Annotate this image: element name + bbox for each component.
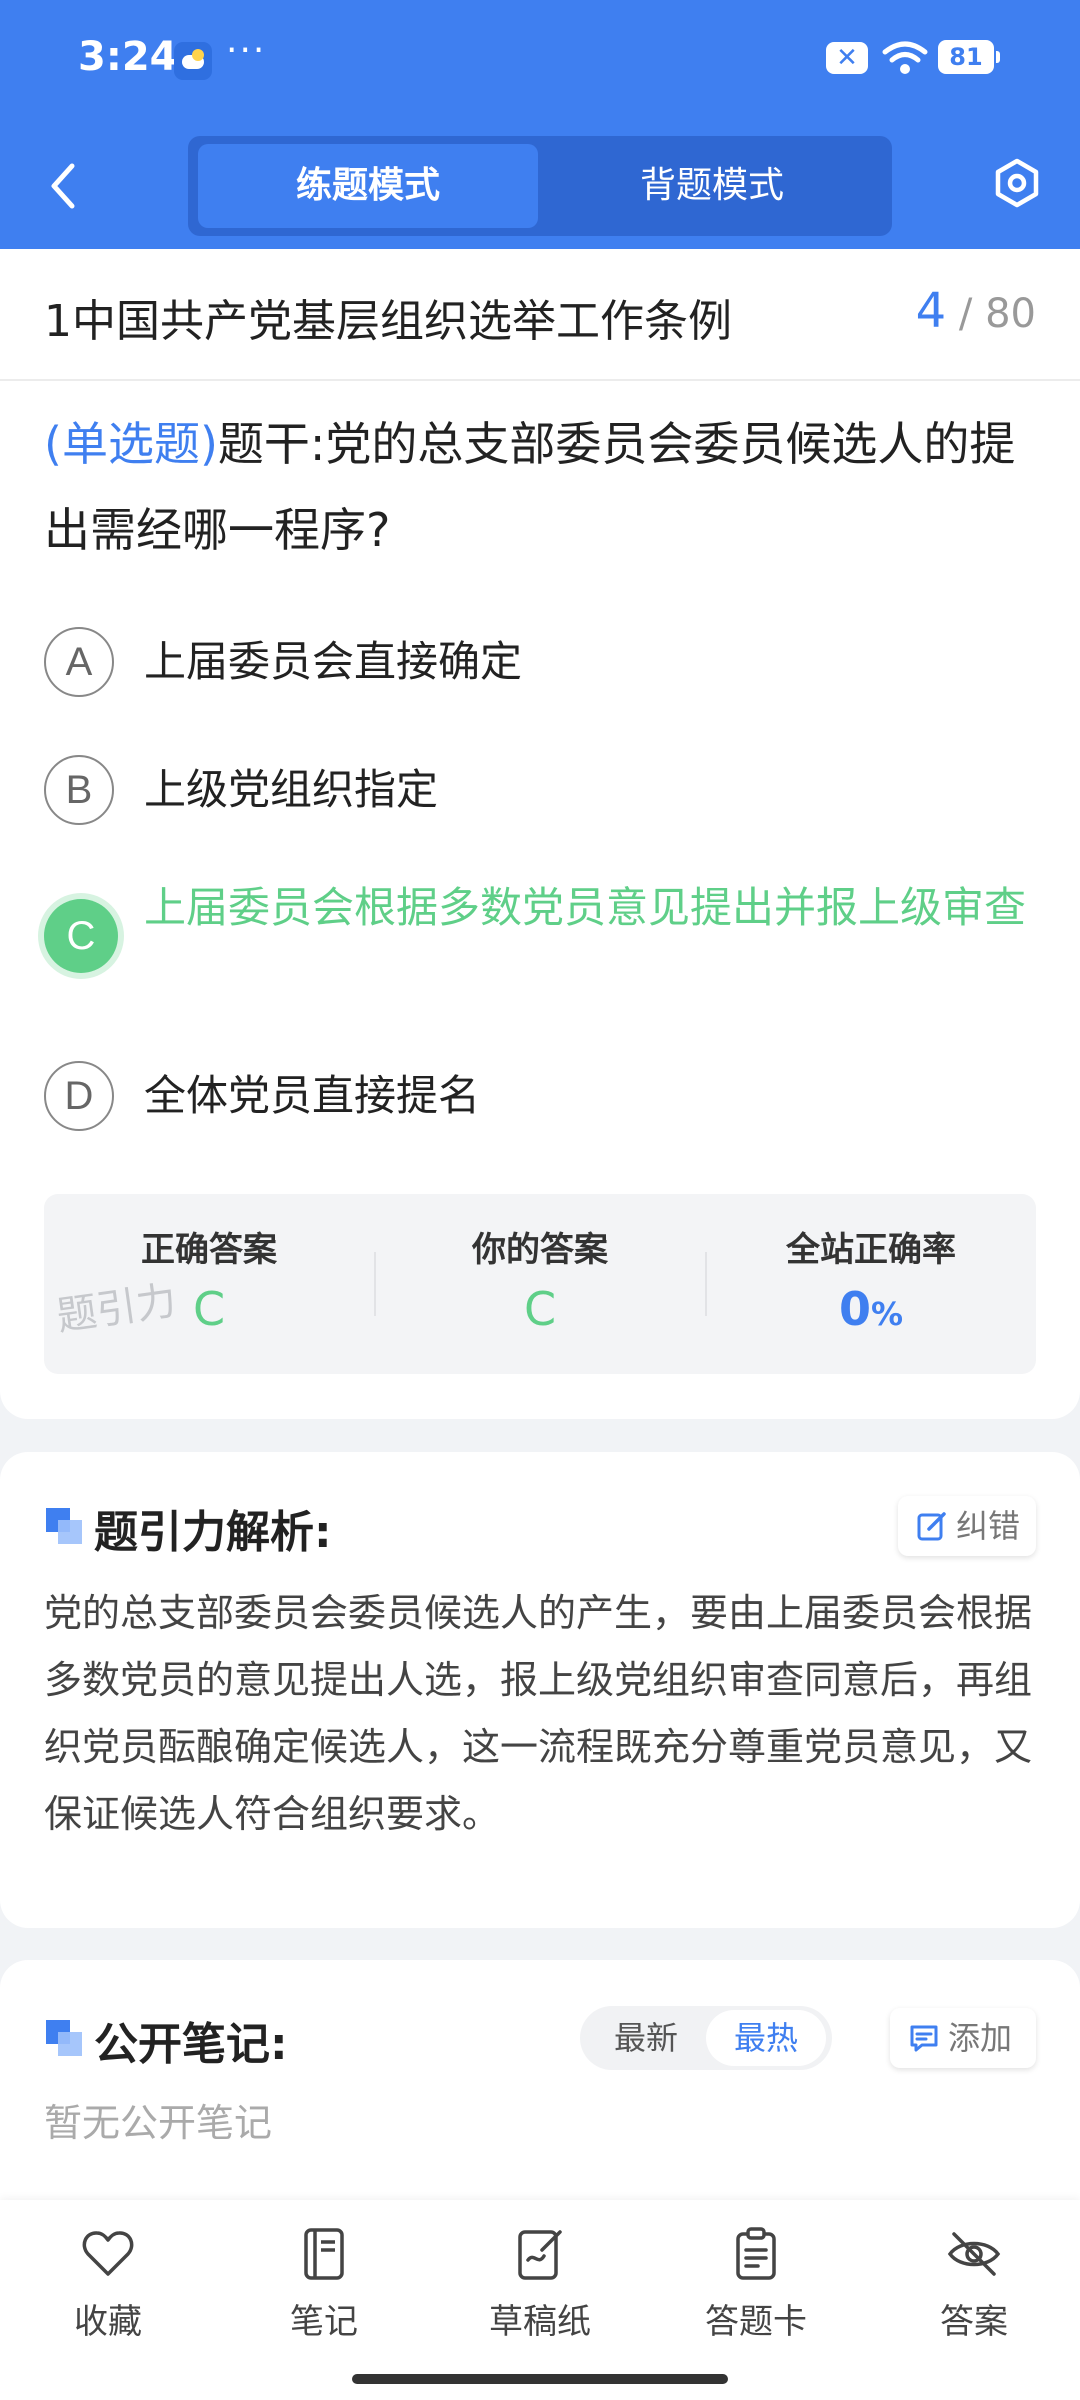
- question-card: 1中国共产党基层组织选举工作条例 4 / 80 (单选题)题干:党的总支部委员会…: [0, 249, 1080, 1419]
- nav-label: 笔记: [290, 2302, 358, 2342]
- rate-number: 0: [838, 1282, 871, 1336]
- status-time: 3:24: [78, 34, 178, 80]
- heart-icon: [82, 2231, 134, 2276]
- report-error-label: 纠错: [956, 1507, 1021, 1545]
- notes-title: 公开笔记:: [94, 2019, 288, 2070]
- battery-icon: 81: [938, 40, 1000, 74]
- option-text: 上级党组织指定: [144, 765, 439, 814]
- option-b[interactable]: B 上级党组织指定: [44, 755, 1044, 825]
- notification-x-icon: ✕: [826, 42, 868, 74]
- stat-label: 正确答案: [141, 1230, 277, 1270]
- settings-icon[interactable]: [992, 158, 1042, 208]
- nav-label: 草稿纸: [489, 2302, 591, 2342]
- tab-memorize-mode[interactable]: 背题模式: [542, 144, 882, 228]
- nav-label: 答案: [940, 2302, 1008, 2342]
- analysis-card: 题引力解析: 纠错 党的总支部委员会委员候选人的产生，要由上届委员会根据多数党员…: [0, 1452, 1080, 1928]
- no-notes-text: 暂无公开笔记: [44, 2101, 273, 2145]
- chapter-title: 1中国共产党基层组织选举工作条例: [44, 296, 732, 347]
- analysis-text: 党的总支部委员会委员候选人的产生，要由上届委员会根据多数党员的意见提出人选，报上…: [44, 1591, 1033, 1836]
- section-square-icon: [46, 1508, 82, 1544]
- question-counter: 4 / 80: [916, 283, 1036, 339]
- mode-switch: 练题模式 背题模式: [188, 136, 892, 236]
- weather-app-icon: [174, 42, 212, 80]
- scratch-pad-icon: [518, 2230, 562, 2280]
- status-bar: 3:24 ··· ✕ 81: [0, 0, 1080, 120]
- notes-sort-toggle: 最新 最热: [580, 2006, 832, 2070]
- stat-your-answer: 你的答案 C: [375, 1194, 705, 1374]
- stat-value: C: [523, 1282, 557, 1336]
- option-text: 全体党员直接提名: [144, 1071, 481, 1120]
- tab-practice-mode[interactable]: 练题模式: [198, 144, 538, 228]
- stat-value: 0%: [706, 1282, 1036, 1336]
- wifi-icon: [882, 41, 928, 74]
- comment-icon: [910, 2025, 938, 2052]
- option-text: 上届委员会根据多数党员意见提出并报上级审查: [144, 883, 1027, 932]
- option-a[interactable]: A 上届委员会直接确定: [44, 627, 1044, 697]
- option-d[interactable]: D 全体党员直接提名: [44, 1061, 1044, 1131]
- sort-newest[interactable]: 最新: [586, 2006, 706, 2070]
- current-index: 4: [915, 283, 947, 339]
- option-letter: A: [44, 627, 114, 697]
- total-count: / 80: [958, 291, 1036, 337]
- sort-hottest[interactable]: 最热: [706, 2010, 826, 2066]
- add-note-button[interactable]: 添加: [890, 2008, 1036, 2068]
- nav-favorite[interactable]: 收藏: [28, 2226, 188, 2346]
- option-text: 上届委员会直接确定: [144, 637, 523, 686]
- option-letter: D: [44, 1061, 114, 1131]
- clipboard-icon: [736, 2227, 776, 2280]
- nav-label: 收藏: [74, 2302, 142, 2342]
- question-type: (单选题): [44, 417, 218, 471]
- stat-label: 全站正确率: [786, 1230, 956, 1270]
- notes-card: 公开笔记: 最新 最热 添加 暂无公开笔记: [0, 1960, 1080, 2200]
- stat-accuracy-rate: 全站正确率 0%: [706, 1194, 1036, 1374]
- rate-unit: %: [870, 1295, 904, 1333]
- header-bar: 3:24 ··· ✕ 81 练题模式 背题模式: [0, 0, 1080, 249]
- nav-label: 答题卡: [705, 2302, 807, 2342]
- more-notifications-icon: ···: [226, 30, 267, 71]
- nav-answer[interactable]: 答案: [894, 2226, 1054, 2346]
- option-letter: C: [44, 899, 118, 973]
- stat-label: 你的答案: [472, 1230, 608, 1270]
- divider: [0, 379, 1080, 381]
- option-c[interactable]: C 上届委员会根据多数党员意见提出并报上级审查: [44, 879, 1044, 995]
- bottom-nav: 收藏 笔记 草稿纸 答题卡 答案: [0, 2200, 1080, 2400]
- stat-value: C: [192, 1282, 226, 1336]
- stat-correct-answer: 正确答案 C: [44, 1194, 374, 1374]
- nav-scratch-paper[interactable]: 草稿纸: [460, 2226, 620, 2346]
- eye-off-icon: [947, 2232, 1001, 2276]
- notebook-icon: [304, 2228, 344, 2280]
- option-letter: B: [44, 755, 114, 825]
- nav-note[interactable]: 笔记: [244, 2226, 404, 2346]
- question-stem: (单选题)题干:党的总支部委员会委员候选人的提出需经哪一程序?: [44, 401, 1044, 573]
- analysis-title: 题引力解析:: [94, 1507, 332, 1558]
- section-square-icon: [46, 2020, 82, 2056]
- report-error-button[interactable]: 纠错: [898, 1496, 1036, 1556]
- add-note-label: 添加: [948, 2019, 1013, 2057]
- edit-icon: [917, 1512, 946, 1541]
- home-indicator: [352, 2374, 728, 2384]
- back-arrow-icon[interactable]: [44, 158, 84, 214]
- answer-stats: 题引力 正确答案 C 你的答案 C 全站正确率 0%: [44, 1194, 1036, 1374]
- nav-answer-card[interactable]: 答题卡: [676, 2226, 836, 2346]
